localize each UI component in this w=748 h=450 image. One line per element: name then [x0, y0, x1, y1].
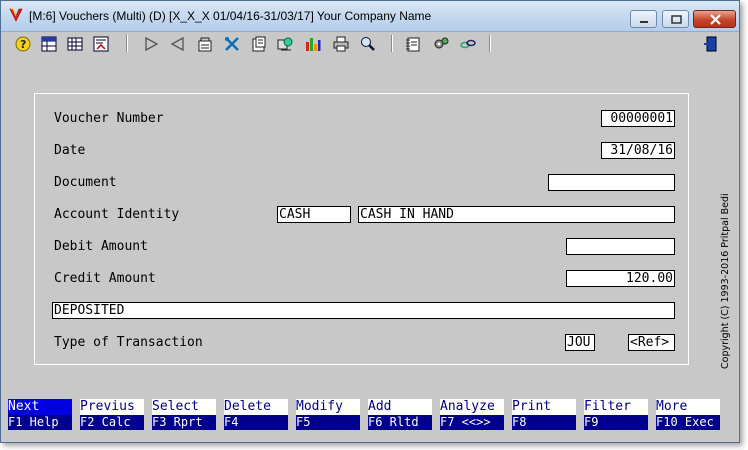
table-button[interactable] [65, 34, 85, 54]
print-button[interactable] [331, 34, 351, 54]
chart-button[interactable] [303, 34, 323, 54]
table-icon [67, 37, 83, 51]
fkey-f7[interactable]: Analyze F7 <<>> [440, 399, 504, 431]
print-icon [333, 36, 349, 52]
title-bar[interactable]: [M:6] Vouchers (Multi) (D) [X_X_X 01/04/… [1, 1, 739, 32]
fkey-f6[interactable]: Add F6 Rltd [368, 399, 432, 431]
fkey-label-f2[interactable]: F2 Calc [80, 415, 144, 430]
toolbar-separator [391, 35, 393, 52]
grid-icon [41, 36, 57, 52]
fkey-action-print[interactable]: Print [512, 399, 576, 415]
account-name-field[interactable]: CASH IN HAND [358, 206, 675, 223]
fkey-action-next[interactable]: Next [8, 399, 72, 415]
maximize-button[interactable] [662, 10, 689, 28]
fkey-action-previous[interactable]: Previus [80, 399, 144, 415]
credit-amount-field[interactable]: 120.00 [566, 270, 675, 287]
narration-field[interactable]: DEPOSITED [52, 302, 675, 319]
fkey-f9[interactable]: Filter F9 [584, 399, 648, 431]
minimize-icon [640, 21, 648, 23]
voucher-number-label: Voucher Number [54, 111, 164, 126]
transaction-type-field[interactable]: JOU [565, 334, 595, 351]
fkey-label-f7[interactable]: F7 <<>> [440, 415, 504, 430]
fkey-action-more[interactable]: More [656, 399, 720, 415]
fkey-label-f1[interactable]: F1 Help [8, 415, 72, 430]
toolbar-separator [489, 35, 491, 52]
svg-text:?: ? [20, 38, 26, 51]
voucher-form-panel [34, 93, 689, 365]
minimize-button[interactable] [630, 10, 657, 28]
ref-field[interactable]: <Ref> [628, 334, 675, 351]
fkey-action-add[interactable]: Add [368, 399, 432, 415]
close-icon [710, 14, 721, 25]
exit-icon [704, 36, 717, 52]
copyright-notice: Copyright (C) 1993-2016 Pritpal Bedi [720, 193, 731, 369]
fkey-label-f9[interactable]: F9 [584, 415, 648, 430]
voucher-number-field[interactable]: 00000001 [601, 110, 675, 127]
transaction-type-label: Type of Transaction [54, 335, 203, 350]
fkey-action-delete[interactable]: Delete [224, 399, 288, 415]
fkey-action-filter[interactable]: Filter [584, 399, 648, 415]
document-label: Document [54, 175, 117, 190]
debit-amount-field[interactable] [566, 238, 675, 255]
help-icon: ? [15, 36, 31, 52]
help-button[interactable]: ? [13, 34, 33, 54]
link-icon [460, 39, 476, 49]
options-button[interactable] [195, 34, 215, 54]
application-window: [M:6] Vouchers (Multi) (D) [X_X_X 01/04/… [0, 0, 740, 443]
zoom-button[interactable] [358, 34, 378, 54]
fkey-f8[interactable]: Print F8 [512, 399, 576, 431]
fkey-label-f5[interactable]: F5 [296, 415, 360, 430]
account-code-field[interactable]: CASH [277, 206, 351, 223]
fkey-f2[interactable]: Previus F2 Calc [80, 399, 144, 431]
report-button[interactable] [91, 34, 111, 54]
fkey-label-f8[interactable]: F8 [512, 415, 576, 430]
settings-button[interactable] [431, 34, 451, 54]
link-button[interactable] [458, 34, 478, 54]
maximize-icon [671, 15, 682, 24]
process-icon [277, 37, 293, 51]
document-button[interactable] [249, 34, 269, 54]
notes-button[interactable] [403, 34, 423, 54]
exit-button[interactable] [701, 34, 721, 54]
play-forward-icon [145, 36, 159, 52]
tools-icon [225, 37, 239, 51]
svg-text:Copyright (C) 1993-2016 Pritpa: Copyright (C) 1993-2016 Pritpal Bedi [720, 193, 731, 369]
window-title: [M:6] Vouchers (Multi) (D) [X_X_X 01/04/… [29, 9, 432, 23]
toolbar-separator [126, 35, 128, 52]
report-icon [93, 36, 109, 52]
fkey-action-analyze[interactable]: Analyze [440, 399, 504, 415]
close-button[interactable] [693, 10, 736, 28]
account-identity-label: Account Identity [54, 207, 180, 222]
document-icon [252, 36, 266, 52]
play-back-icon [170, 36, 184, 52]
credit-amount-label: Credit Amount [54, 271, 156, 286]
settings-icon [434, 37, 449, 49]
fkey-label-f4[interactable]: F4 [224, 415, 288, 430]
fkey-action-select[interactable]: Select [152, 399, 216, 415]
debit-amount-label: Debit Amount [54, 239, 148, 254]
fkey-label-f6[interactable]: F6 Rltd [368, 415, 432, 430]
document-field[interactable] [548, 174, 675, 191]
grid-button[interactable] [39, 34, 59, 54]
date-field[interactable]: 31/08/16 [601, 142, 675, 159]
date-label: Date [54, 143, 86, 158]
fkey-label-f10[interactable]: F10 Exec [656, 415, 720, 430]
zoom-icon [361, 37, 375, 51]
back-button[interactable] [168, 34, 188, 54]
fkey-label-f3[interactable]: F3 Rprt [152, 415, 216, 430]
process-button[interactable] [275, 34, 295, 54]
fkey-f4[interactable]: Delete F4 [224, 399, 288, 431]
bar-chart-icon [306, 38, 321, 51]
fkey-f10[interactable]: More F10 Exec [656, 399, 720, 431]
app-logo-icon [9, 8, 23, 22]
toolbar: ? [1, 32, 739, 56]
tools-button[interactable] [222, 34, 242, 54]
fkey-f1[interactable]: Next F1 Help [8, 399, 72, 431]
forward-button[interactable] [141, 34, 161, 54]
fkey-f5[interactable]: Modify F5 [296, 399, 360, 431]
notes-icon [406, 37, 420, 52]
fkey-f3[interactable]: Select F3 Rprt [152, 399, 216, 431]
options-icon [198, 37, 212, 52]
fkey-action-modify[interactable]: Modify [296, 399, 360, 415]
